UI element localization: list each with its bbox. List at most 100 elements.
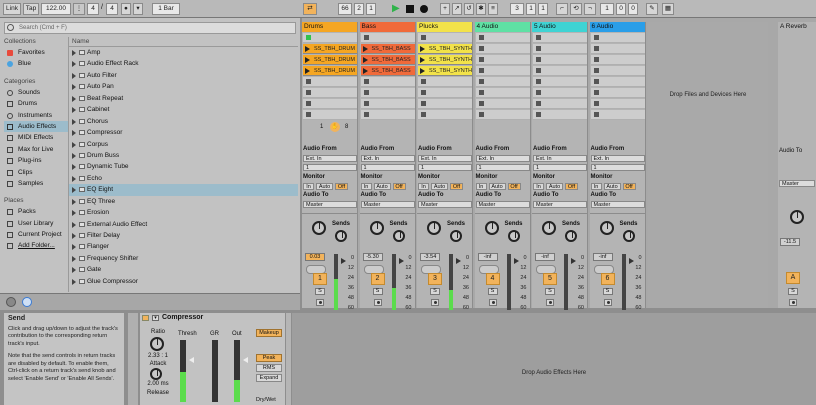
clip-slot-clip[interactable]: SS_TBH_BASS	[360, 44, 415, 54]
preview-volume-icon[interactable]	[22, 297, 32, 307]
ratio-value[interactable]: 2.33 : 1	[142, 353, 174, 359]
sidebar-item-add-folder[interactable]: Add Folder...	[4, 240, 68, 251]
monitor-off-button[interactable]: Off	[622, 183, 636, 190]
audio-from-channel-dropdown[interactable]: 1	[303, 164, 357, 171]
audio-from-channel-dropdown[interactable]: 1	[533, 164, 587, 171]
clip-slot-clip[interactable]: SS_TBH_DRUM	[303, 66, 357, 76]
monitor-auto-button[interactable]: Auto	[373, 183, 391, 190]
return-arm-button[interactable]	[789, 299, 797, 306]
out-slider-icon[interactable]	[243, 357, 248, 363]
loop-start-sixteenth[interactable]: 1	[538, 3, 548, 15]
position-beat[interactable]: 2	[354, 3, 364, 15]
send-a-knob[interactable]	[542, 221, 556, 235]
send-b-knob[interactable]	[392, 230, 405, 242]
clip-stop-icon[interactable]	[363, 79, 369, 84]
browser-item[interactable]: Glue Compressor	[69, 276, 298, 287]
sidebar-item-clips[interactable]: Clips	[4, 167, 68, 178]
clip-slot[interactable]	[475, 88, 530, 98]
compressor-device[interactable]: ▾ Compressor Ratio 2.33 : 1 Attack 2.00 …	[140, 313, 285, 405]
clip-stop-icon[interactable]	[478, 112, 484, 117]
clip-stop-icon[interactable]	[536, 79, 541, 84]
expand-button[interactable]: Expand	[256, 374, 282, 382]
clip-slot[interactable]	[360, 77, 415, 87]
audio-to-dropdown[interactable]: Master	[475, 201, 530, 208]
arm-button[interactable]	[546, 299, 554, 306]
volume-field[interactable]: -inf	[477, 253, 498, 261]
return-volume-field[interactable]: -11.5	[780, 238, 800, 246]
play-icon[interactable]: ▶	[392, 3, 402, 15]
position-bar[interactable]: 66	[338, 3, 352, 15]
clip-slot[interactable]	[360, 110, 415, 120]
clip-play-icon[interactable]	[305, 46, 310, 52]
rms-button[interactable]: RMS	[256, 364, 282, 372]
time-signature-numerator[interactable]: 4	[87, 3, 99, 15]
clip-stop-all-icon[interactable]: ✋	[330, 122, 340, 132]
audio-from-channel-dropdown[interactable]: 1	[590, 164, 645, 171]
clip-stop-icon[interactable]	[478, 57, 484, 62]
monitor-off-button[interactable]: Off	[565, 183, 578, 190]
sidebar-item-favorites[interactable]: Favorites	[4, 47, 68, 58]
clip-stop-icon[interactable]	[478, 68, 484, 73]
sidebar-item-packs[interactable]: Packs	[4, 206, 68, 217]
audio-from-dropdown[interactable]: Ext. In	[360, 155, 415, 162]
browser-item[interactable]: Auto Filter	[69, 70, 298, 81]
stop-icon[interactable]	[406, 5, 414, 13]
clip-stop-icon[interactable]	[593, 35, 599, 40]
arm-button[interactable]	[488, 299, 497, 306]
clip-stop-icon[interactable]	[593, 57, 599, 62]
monitor-in-button[interactable]: In	[475, 183, 487, 190]
return-audio-to-dropdown[interactable]: Master	[779, 180, 815, 187]
clip-slot[interactable]	[303, 77, 357, 87]
clip-stop-icon[interactable]	[536, 35, 541, 40]
clip-slot[interactable]	[590, 88, 645, 98]
device-fold-icon[interactable]: ▾	[152, 315, 159, 321]
overdub-icon[interactable]: +	[440, 3, 450, 15]
audio-from-dropdown[interactable]: Ext. In	[590, 155, 645, 162]
clip-stop-icon[interactable]	[421, 112, 426, 117]
send-a-knob[interactable]	[484, 221, 499, 235]
link-button[interactable]: Link	[3, 3, 21, 15]
clip-slot[interactable]	[418, 33, 472, 43]
monitor-auto-button[interactable]: Auto	[316, 183, 333, 190]
clip-stop-icon[interactable]	[536, 90, 541, 95]
clip-stop-icon[interactable]	[536, 57, 541, 62]
arm-button[interactable]	[373, 299, 382, 306]
clip-stop-icon[interactable]	[536, 112, 541, 117]
clip-slot[interactable]	[590, 77, 645, 87]
clip-slot[interactable]	[475, 110, 530, 120]
track-name[interactable]: Bass	[359, 22, 415, 32]
clip-stop-icon[interactable]	[306, 112, 311, 117]
automation-arm-icon[interactable]: ↗	[452, 3, 462, 15]
browser-item[interactable]: External Audio Effect	[69, 219, 298, 230]
return-activator-button[interactable]: A	[786, 272, 800, 284]
send-a-knob[interactable]	[599, 221, 614, 235]
clip-slot[interactable]	[533, 77, 587, 87]
clip-stop-icon[interactable]	[593, 112, 599, 117]
volume-field[interactable]: -3.54	[420, 253, 440, 261]
clip-slot[interactable]	[360, 33, 415, 43]
clip-slot[interactable]	[533, 99, 587, 109]
monitor-in-button[interactable]: In	[360, 183, 372, 190]
monitor-off-button[interactable]: Off	[392, 183, 406, 190]
browser-item[interactable]: Audio Effect Rack	[69, 58, 298, 69]
clip-stop-icon[interactable]	[478, 79, 484, 84]
monitor-in-button[interactable]: In	[303, 183, 314, 190]
metronome-menu-icon[interactable]: ▾	[133, 3, 143, 15]
record-icon[interactable]	[420, 5, 428, 13]
sidebar-item-blue[interactable]: Blue	[4, 58, 68, 69]
return-send-knob[interactable]	[790, 210, 804, 224]
clip-slot[interactable]	[533, 33, 587, 43]
tempo-field[interactable]: 122.00	[41, 3, 71, 15]
audio-from-channel-dropdown[interactable]: 1	[475, 164, 530, 171]
clip-stop-icon[interactable]	[593, 46, 599, 51]
clip-slot[interactable]	[590, 110, 645, 120]
keyboard-icon[interactable]: ▦	[662, 3, 674, 15]
peak-button[interactable]: Peak	[256, 354, 282, 362]
re-enable-automation-icon[interactable]: ↺	[464, 3, 474, 15]
solo-button[interactable]: S	[430, 288, 440, 295]
track-activator-button[interactable]: 1	[313, 273, 327, 285]
clip-slot[interactable]	[475, 77, 530, 87]
name-column-header[interactable]: Name	[69, 37, 298, 47]
thresh-slider-icon[interactable]	[189, 357, 194, 363]
clip-stop-icon[interactable]	[478, 46, 484, 51]
